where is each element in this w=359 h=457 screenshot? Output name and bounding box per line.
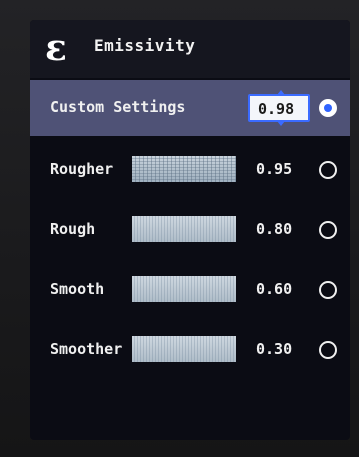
option-value: 0.30 — [256, 340, 293, 358]
page-title: Emissivity — [94, 36, 196, 55]
option-label: Smoother — [50, 340, 123, 358]
rough-texture-swatch — [132, 216, 236, 242]
option-value: 0.60 — [256, 280, 293, 298]
option-row-smooth[interactable]: Smooth 0.60 — [30, 262, 350, 318]
radio-rougher[interactable] — [319, 161, 337, 179]
option-label: Custom Settings — [50, 98, 186, 116]
epsilon-icon: ε — [45, 27, 67, 69]
option-label: Rougher — [50, 160, 114, 178]
rougher-texture-swatch — [132, 156, 236, 182]
option-row-smoother[interactable]: Smoother 0.30 — [30, 322, 350, 378]
radio-smoother[interactable] — [319, 341, 337, 359]
radio-custom-settings[interactable] — [319, 99, 337, 117]
option-row-rough[interactable]: Rough 0.80 — [30, 202, 350, 258]
option-value: 0.80 — [256, 220, 293, 238]
custom-emissivity-input[interactable]: 0.98 — [248, 90, 310, 126]
decrement-arrow-icon[interactable] — [277, 121, 285, 126]
radio-smooth[interactable] — [319, 281, 337, 299]
radio-rough[interactable] — [319, 221, 337, 239]
increment-arrow-icon[interactable] — [277, 90, 285, 95]
smooth-texture-swatch — [132, 276, 236, 302]
option-label: Smooth — [50, 280, 105, 298]
device-screen: ε Emissivity Custom Settings 0.98 Roughe… — [30, 20, 350, 440]
option-label: Rough — [50, 220, 96, 238]
smoother-texture-swatch — [132, 336, 236, 362]
option-value: 0.95 — [256, 160, 293, 178]
emissivity-header: ε Emissivity — [30, 20, 350, 78]
option-row-custom-settings[interactable]: Custom Settings 0.98 — [30, 80, 350, 136]
custom-emissivity-value: 0.98 — [258, 100, 295, 118]
option-row-rougher[interactable]: Rougher 0.95 — [30, 142, 350, 198]
